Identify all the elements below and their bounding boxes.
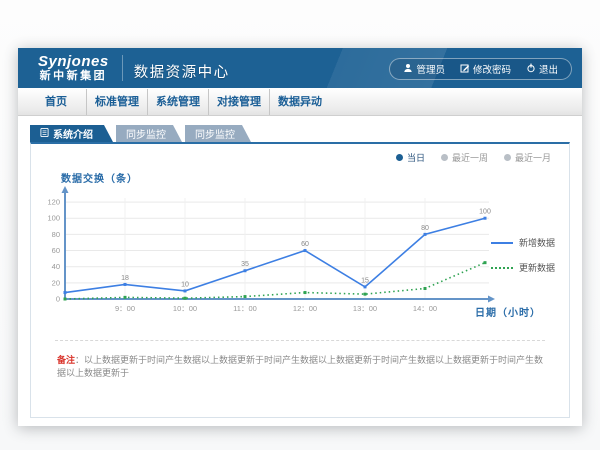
filter-label: 最近一周 xyxy=(452,151,488,164)
svg-text:10: 10 xyxy=(181,281,189,288)
footnote: 备注：以上数据更新于时间产生数据以上数据更新于时间产生数据以上数据更新于时间产生… xyxy=(57,354,551,380)
legend-item-new-data: 新增数据 xyxy=(491,236,555,249)
chart-panel: 当日 最近一周 最近一月 数据交换（条） 0 20 40 60 80 100 120 9：00… xyxy=(30,142,570,418)
solid-line-icon xyxy=(491,242,513,244)
radio-icon xyxy=(396,154,403,161)
radio-icon xyxy=(504,154,511,161)
line-chart: 0 20 40 60 80 100 120 9：00 10：00 11：00 12：00 13：00 1… xyxy=(37,186,499,334)
filter-last-month[interactable]: 最近一月 xyxy=(504,151,551,164)
svg-text:15: 15 xyxy=(361,277,369,284)
svg-text:0: 0 xyxy=(56,295,60,304)
nav-item-data-change[interactable]: 数据异动 xyxy=(269,89,330,115)
svg-text:60: 60 xyxy=(52,246,60,255)
svg-text:10：00: 10：00 xyxy=(173,304,197,313)
svg-text:14：00: 14：00 xyxy=(413,304,437,313)
header-divider xyxy=(122,55,123,81)
change-password-button[interactable]: 修改密码 xyxy=(460,62,511,76)
main-nav: 首页 标准管理 系统管理 对接管理 数据异动 xyxy=(18,88,582,116)
x-axis-title: 日期（小时） xyxy=(475,304,541,319)
page-background: Synjones 新中新集团 数据资源中心 管理员 修改密码 xyxy=(0,0,600,450)
tab-system-intro[interactable]: 系统介绍 xyxy=(30,125,113,142)
logo-company: 新中新集团 xyxy=(38,71,109,82)
nav-item-integration-management[interactable]: 对接管理 xyxy=(208,89,269,115)
dotted-line-icon xyxy=(491,267,513,269)
filter-today[interactable]: 当日 xyxy=(396,151,425,164)
logout-label: 退出 xyxy=(539,62,558,76)
user-icon xyxy=(403,63,413,76)
logout-button[interactable]: 退出 xyxy=(526,62,558,76)
legend-label: 新增数据 xyxy=(519,236,555,249)
app-header: Synjones 新中新集团 数据资源中心 管理员 修改密码 xyxy=(18,48,582,88)
footnote-prefix: 备注 xyxy=(57,355,75,365)
filter-label: 最近一月 xyxy=(515,151,551,164)
nav-item-system-management[interactable]: 系统管理 xyxy=(147,89,208,115)
page-title: 数据资源中心 xyxy=(134,61,230,82)
dashed-divider xyxy=(55,340,545,341)
y-axis-title: 数据交换（条） xyxy=(61,170,138,185)
svg-text:20: 20 xyxy=(52,278,60,287)
current-user-button[interactable]: 管理员 xyxy=(403,62,445,76)
footnote-body: ：以上数据更新于时间产生数据以上数据更新于时间产生数据以上数据更新于时间产生数据… xyxy=(57,355,543,378)
svg-text:80: 80 xyxy=(52,230,60,239)
legend-label: 更新数据 xyxy=(519,261,555,274)
radio-icon xyxy=(441,154,448,161)
document-icon xyxy=(40,128,49,140)
svg-text:120: 120 xyxy=(47,198,60,207)
svg-text:35: 35 xyxy=(241,261,249,268)
svg-text:9：00: 9：00 xyxy=(115,304,135,313)
chart-legend: 新增数据 更新数据 xyxy=(491,236,555,274)
svg-text:60: 60 xyxy=(301,241,309,248)
svg-text:40: 40 xyxy=(52,262,60,271)
svg-text:12：00: 12：00 xyxy=(293,304,317,313)
user-label: 管理员 xyxy=(416,62,445,76)
filter-label: 当日 xyxy=(407,151,425,164)
logo: Synjones 新中新集团 xyxy=(38,54,109,82)
change-password-label: 修改密码 xyxy=(473,62,511,76)
legend-item-updated-data: 更新数据 xyxy=(491,261,555,274)
tab-label: 同步监控 xyxy=(195,126,235,141)
nav-item-standard-management[interactable]: 标准管理 xyxy=(86,89,147,115)
content-area: 系统介绍 同步监控 同步监控 当日 最近 xyxy=(30,125,570,418)
tab-sync-monitor-1[interactable]: 同步监控 xyxy=(116,125,182,142)
app-window: Synjones 新中新集团 数据资源中心 管理员 修改密码 xyxy=(18,48,582,426)
edit-icon xyxy=(460,63,470,76)
filter-last-week[interactable]: 最近一周 xyxy=(441,151,488,164)
tab-label: 系统介绍 xyxy=(53,126,93,141)
user-menu: 管理员 修改密码 退出 xyxy=(389,58,572,80)
svg-text:100: 100 xyxy=(479,209,491,216)
power-icon xyxy=(526,63,536,76)
svg-text:80: 80 xyxy=(421,225,429,232)
logo-brand: Synjones xyxy=(38,54,109,69)
period-filter-group: 当日 最近一周 最近一月 xyxy=(396,151,551,164)
svg-text:18: 18 xyxy=(121,275,129,282)
tab-label: 同步监控 xyxy=(126,126,166,141)
tab-bar: 系统介绍 同步监控 同步监控 xyxy=(30,125,570,142)
nav-item-home[interactable]: 首页 xyxy=(26,89,86,115)
svg-text:11：00: 11：00 xyxy=(233,304,257,313)
svg-text:13：00: 13：00 xyxy=(353,304,377,313)
tab-sync-monitor-2[interactable]: 同步监控 xyxy=(185,125,251,142)
svg-text:100: 100 xyxy=(47,214,60,223)
